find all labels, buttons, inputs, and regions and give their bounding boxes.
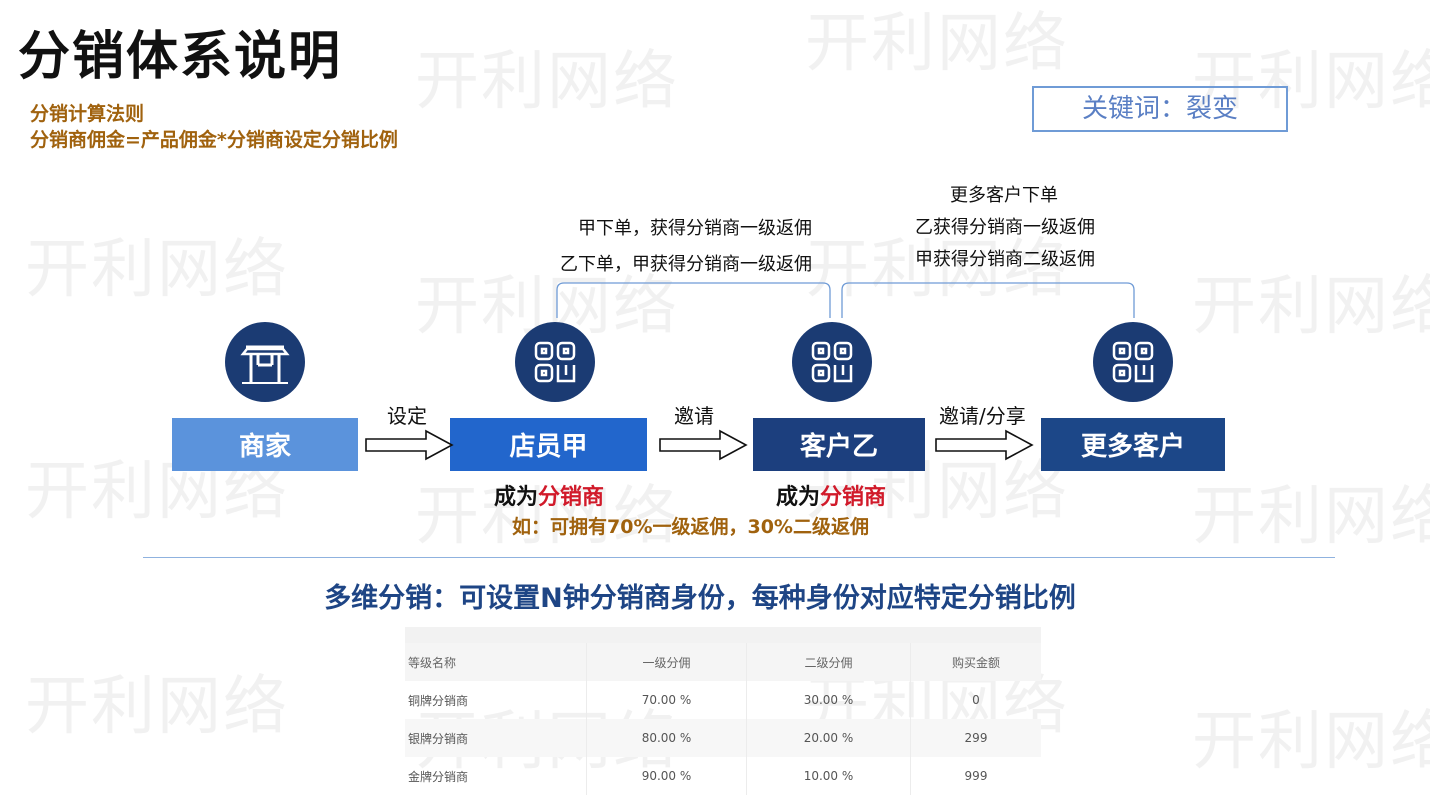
right-arrow-icon (935, 429, 1034, 461)
flow-box-customer: 客户乙 (753, 418, 925, 471)
note-right-line2: 乙获得分销商一级返佣 (915, 217, 1095, 238)
flow-box-clerk: 店员甲 (450, 418, 647, 471)
become-distributor-clerk: 成为分销商 (494, 479, 604, 511)
watermark: 开利网络 (1192, 480, 1430, 554)
arrow-label-set: 设定 (387, 404, 427, 428)
table-cell: 铜牌分销商 (405, 681, 587, 719)
qr-code-icon (1093, 322, 1173, 402)
arrow-label-invite: 邀请 (674, 404, 714, 428)
become-distributor-customer: 成为分销商 (776, 479, 886, 511)
table-cell: 20.00 % (747, 719, 911, 757)
right-arrow-icon (365, 429, 454, 461)
note-left-line1: 甲下单，获得分销商一级返佣 (578, 218, 812, 239)
watermark: 开利网络 (1192, 705, 1430, 779)
table-row: 铜牌分销商 70.00 % 30.00 % 0 (405, 681, 1041, 719)
formula-text: 分销商佣金=产品佣金*分销商设定分销比例 (30, 129, 398, 151)
table-header-spacer (405, 627, 1041, 643)
qr-code-icon (515, 322, 595, 402)
table-cell: 0 (972, 693, 980, 707)
arrow-label-invite-share: 邀请/分享 (939, 404, 1026, 428)
table-cell: 80.00 % (587, 719, 747, 757)
right-arrow-icon (659, 429, 748, 461)
become-role: 分销商 (820, 485, 887, 510)
table-header-cell: 等级名称 (405, 643, 587, 681)
table-header-row: 等级名称 一级分佣 二级分佣 购买金额 (405, 643, 1041, 681)
note-right-line3: 甲获得分销商二级返佣 (915, 249, 1095, 270)
table-cell: 299 (964, 731, 988, 745)
table-header-cell: 二级分佣 (747, 643, 911, 681)
become-prefix: 成为 (776, 485, 821, 510)
table-header-cell: 购买金额 (951, 655, 1000, 670)
commission-example: 如：可拥有70%一级返佣，30%二级返佣 (512, 516, 869, 538)
table-cell: 金牌分销商 (405, 757, 587, 795)
flow-box-more-customers: 更多客户 (1041, 418, 1225, 471)
table-cell: 90.00 % (587, 757, 747, 795)
page-title: 分销体系说明 (18, 27, 343, 87)
keyword-box: 关键词：裂变 (1032, 86, 1288, 132)
note-left-line2: 乙下单，甲获得分销商一级返佣 (560, 254, 812, 275)
section-subtitle: 多维分销：可设置N钟分销商身份，每种身份对应特定分销比例 (324, 583, 1076, 614)
table-cell: 70.00 % (587, 681, 747, 719)
watermark: 开利网络 (25, 670, 289, 744)
shop-gate-icon (225, 322, 305, 402)
table-cell: 30.00 % (747, 681, 911, 719)
formula-heading: 分销计算法则 (30, 103, 145, 125)
note-right-line1: 更多客户下单 (950, 185, 1058, 206)
table-header-cell: 一级分佣 (587, 643, 747, 681)
flow-box-merchant: 商家 (172, 418, 358, 471)
table-row: 金牌分销商 90.00 % 10.00 % 999 (405, 757, 1041, 795)
table-cell: 999 (964, 769, 988, 783)
table-row: 银牌分销商 80.00 % 20.00 % 299 (405, 719, 1041, 757)
become-role: 分销商 (538, 485, 605, 510)
divider (143, 557, 1335, 558)
become-prefix: 成为 (494, 485, 539, 510)
qr-code-icon (792, 322, 872, 402)
table-cell: 10.00 % (747, 757, 911, 795)
table-cell: 银牌分销商 (405, 719, 587, 757)
distributor-level-table: 等级名称 一级分佣 二级分佣 购买金额 铜牌分销商 70.00 % 30.00 … (405, 627, 1041, 795)
